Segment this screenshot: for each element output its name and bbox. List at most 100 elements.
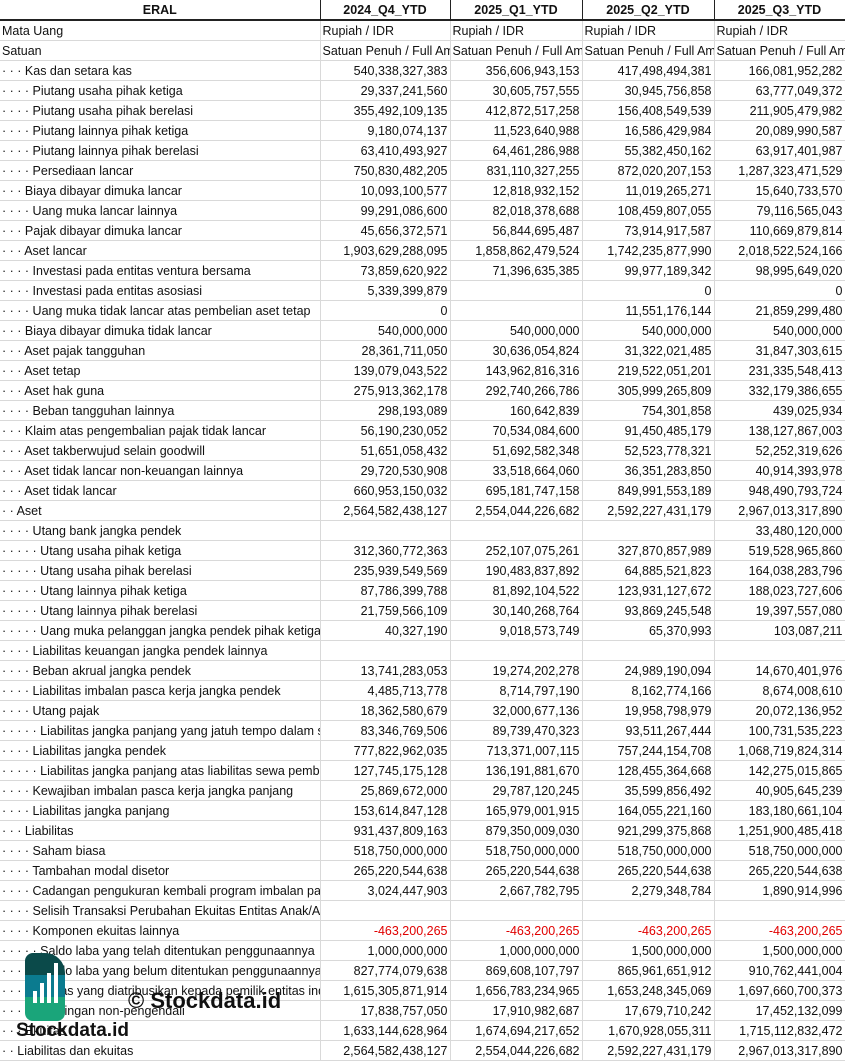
row-label[interactable]: · · · · · Liabilitas jangka panjang yang… (0, 720, 321, 741)
cell-value[interactable]: 355,492,109,135 (320, 100, 451, 121)
cell-value[interactable] (450, 520, 583, 541)
cell-value[interactable]: 17,452,132,099 (714, 1000, 845, 1021)
row-label[interactable]: · · · · Investasi pada entitas asosiasi (0, 280, 321, 301)
cell-value[interactable]: 1,653,248,345,069 (582, 980, 715, 1001)
row-label[interactable]: Mata Uang (0, 20, 321, 41)
cell-value[interactable]: 827,774,079,638 (320, 960, 451, 981)
cell-value[interactable]: 519,528,965,860 (714, 540, 845, 561)
cell-value[interactable]: 30,636,054,824 (450, 340, 583, 361)
cell-value[interactable]: 164,055,221,160 (582, 800, 715, 821)
cell-value[interactable]: 108,459,807,055 (582, 200, 715, 221)
cell-value[interactable]: 87,786,399,788 (320, 580, 451, 601)
cell-value[interactable] (714, 900, 845, 921)
cell-value[interactable]: 18,362,580,679 (320, 700, 451, 721)
cell-value[interactable]: 89,739,470,323 (450, 720, 583, 741)
cell-value[interactable]: 16,586,429,984 (582, 120, 715, 141)
cell-value[interactable] (450, 900, 583, 921)
cell-value[interactable]: 439,025,934 (714, 400, 845, 421)
cell-value[interactable]: 11,019,265,271 (582, 180, 715, 201)
row-label[interactable]: · · · Aset pajak tangguhan (0, 340, 321, 361)
cell-value[interactable]: Rupiah / IDR (320, 20, 451, 41)
cell-value[interactable]: 518,750,000,000 (714, 840, 845, 861)
cell-value[interactable]: 356,606,943,153 (450, 60, 583, 81)
row-label[interactable]: · · · · Selisih Transaksi Perubahan Ekui… (0, 900, 321, 921)
cell-value[interactable]: 879,350,009,030 (450, 820, 583, 841)
cell-value[interactable]: 518,750,000,000 (450, 840, 583, 861)
cell-value[interactable]: 412,872,517,258 (450, 100, 583, 121)
row-label[interactable]: · · · · Liabilitas jangka pendek (0, 740, 321, 761)
cell-value[interactable]: 40,914,393,978 (714, 460, 845, 481)
period-header[interactable]: 2024_Q4_YTD (320, 0, 451, 21)
cell-value[interactable]: 757,244,154,708 (582, 740, 715, 761)
cell-value[interactable]: -463,200,265 (320, 920, 451, 941)
cell-value[interactable]: 2,554,044,226,682 (450, 500, 583, 521)
cell-value[interactable]: 56,190,230,052 (320, 420, 451, 441)
cell-value[interactable]: 1,287,323,471,529 (714, 160, 845, 181)
cell-value[interactable]: 29,337,241,560 (320, 80, 451, 101)
cell-value[interactable]: 73,914,917,587 (582, 220, 715, 241)
cell-value[interactable]: 3,024,447,903 (320, 880, 451, 901)
period-header[interactable]: 2025_Q1_YTD (450, 0, 583, 21)
cell-value[interactable]: 139,079,043,522 (320, 360, 451, 381)
cell-value[interactable]: 29,787,120,245 (450, 780, 583, 801)
cell-value[interactable]: 93,869,245,548 (582, 600, 715, 621)
period-header[interactable]: 2025_Q2_YTD (582, 0, 715, 21)
period-header[interactable]: 2025_Q3_YTD (714, 0, 845, 21)
cell-value[interactable]: 14,670,401,976 (714, 660, 845, 681)
cell-value[interactable]: 540,000,000 (450, 320, 583, 341)
cell-value[interactable]: 1,697,660,700,373 (714, 980, 845, 1001)
cell-value[interactable] (714, 640, 845, 661)
cell-value[interactable]: 11,551,176,144 (582, 300, 715, 321)
cell-value[interactable]: 2,279,348,784 (582, 880, 715, 901)
cell-value[interactable]: 30,140,268,764 (450, 600, 583, 621)
row-label[interactable]: · · · · Investasi pada entitas ventura b… (0, 260, 321, 281)
cell-value[interactable] (582, 640, 715, 661)
cell-value[interactable]: 142,275,015,865 (714, 760, 845, 781)
cell-value[interactable] (582, 900, 715, 921)
cell-value[interactable]: 30,945,756,858 (582, 80, 715, 101)
cell-value[interactable]: 518,750,000,000 (320, 840, 451, 861)
cell-value[interactable] (450, 640, 583, 661)
cell-value[interactable]: 1,251,900,485,418 (714, 820, 845, 841)
cell-value[interactable]: 82,018,378,688 (450, 200, 583, 221)
cell-value[interactable]: 1,715,112,832,472 (714, 1020, 845, 1041)
cell-value[interactable]: 10,093,100,577 (320, 180, 451, 201)
cell-value[interactable]: 713,371,007,115 (450, 740, 583, 761)
cell-value[interactable]: 19,958,798,979 (582, 700, 715, 721)
cell-value[interactable]: 63,777,049,372 (714, 80, 845, 101)
cell-value[interactable]: Rupiah / IDR (450, 20, 583, 41)
cell-value[interactable] (320, 520, 451, 541)
cell-value[interactable]: 31,847,303,615 (714, 340, 845, 361)
cell-value[interactable]: 51,651,058,432 (320, 440, 451, 461)
cell-value[interactable]: 1,000,000,000 (450, 940, 583, 961)
cell-value[interactable]: 56,844,695,487 (450, 220, 583, 241)
row-label[interactable]: · · · · Beban akrual jangka pendek (0, 660, 321, 681)
row-label[interactable]: · · · Klaim atas pengembalian pajak tida… (0, 420, 321, 441)
cell-value[interactable]: 17,910,982,687 (450, 1000, 583, 1021)
cell-value[interactable]: 252,107,075,261 (450, 540, 583, 561)
row-label[interactable]: · · · · Ekuitas yang diatribusikan kepad… (0, 980, 321, 1001)
cell-value[interactable]: 540,000,000 (320, 320, 451, 341)
cell-value[interactable]: 4,485,713,778 (320, 680, 451, 701)
cell-value[interactable]: 2,592,227,431,179 (582, 500, 715, 521)
row-label[interactable]: · · · Kas dan setara kas (0, 60, 321, 81)
cell-value[interactable]: 153,614,847,128 (320, 800, 451, 821)
cell-value[interactable]: 52,252,319,626 (714, 440, 845, 461)
cell-value[interactable]: 831,110,327,255 (450, 160, 583, 181)
row-label[interactable]: · · · · · Saldo laba yang belum ditentuk… (0, 960, 321, 981)
cell-value[interactable]: 138,127,867,003 (714, 420, 845, 441)
cell-value[interactable]: 777,822,962,035 (320, 740, 451, 761)
cell-value[interactable]: 2,967,013,317,890 (714, 1040, 845, 1061)
cell-value[interactable]: 81,892,104,522 (450, 580, 583, 601)
cell-value[interactable]: 156,408,549,539 (582, 100, 715, 121)
cell-value[interactable]: 63,410,493,927 (320, 140, 451, 161)
row-label[interactable]: · · · · Komponen ekuitas lainnya (0, 920, 321, 941)
cell-value[interactable]: Satuan Penuh / Full Amount (450, 40, 583, 61)
row-label[interactable]: · · · · · Utang lainnya pihak berelasi (0, 600, 321, 621)
cell-value[interactable]: 265,220,544,638 (450, 860, 583, 881)
cell-value[interactable]: 55,382,450,162 (582, 140, 715, 161)
cell-value[interactable]: 0 (582, 280, 715, 301)
cell-value[interactable]: 231,335,548,413 (714, 360, 845, 381)
cell-value[interactable]: 110,669,879,814 (714, 220, 845, 241)
cell-value[interactable]: 1,500,000,000 (582, 940, 715, 961)
